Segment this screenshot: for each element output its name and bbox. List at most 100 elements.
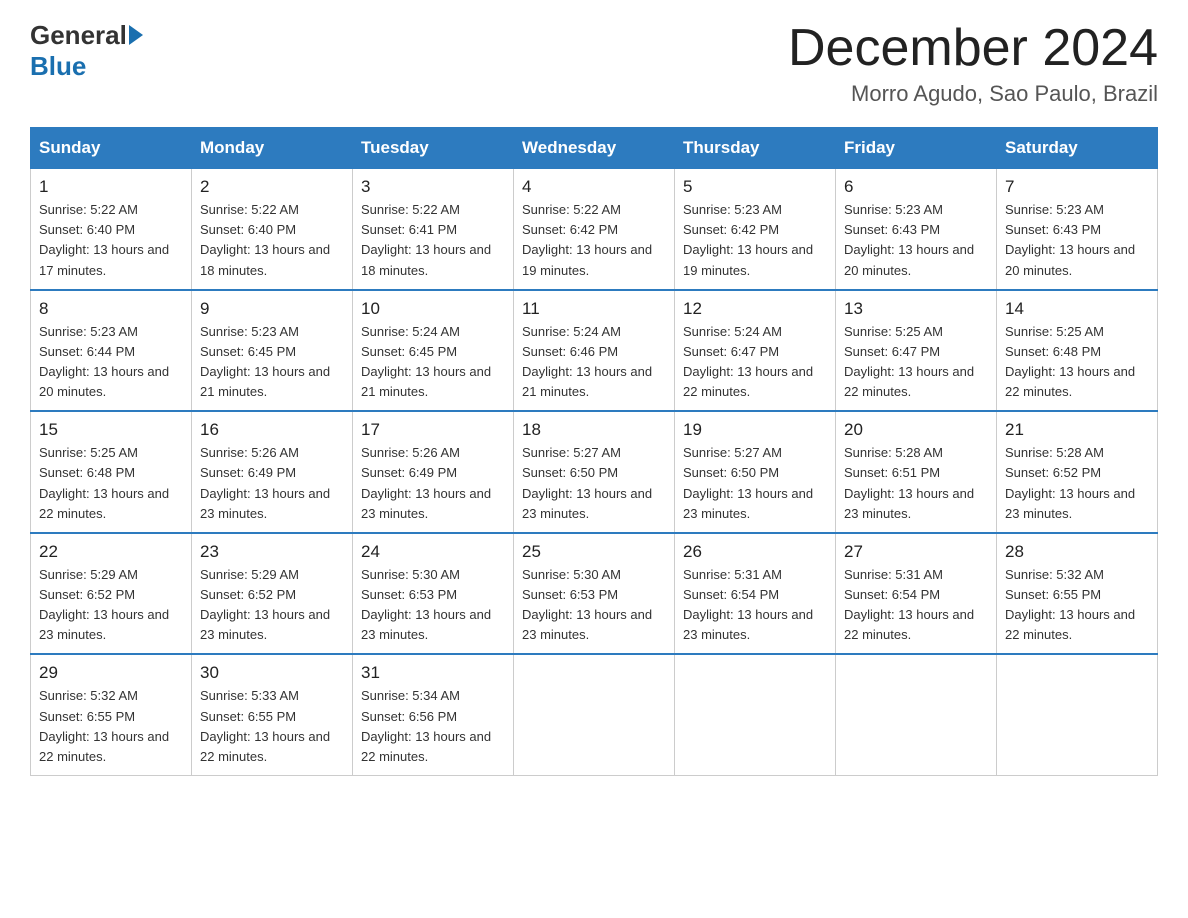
weekday-header-saturday: Saturday	[997, 128, 1158, 169]
calendar-day-cell: 31 Sunrise: 5:34 AMSunset: 6:56 PMDaylig…	[353, 654, 514, 775]
day-info: Sunrise: 5:24 AMSunset: 6:47 PMDaylight:…	[683, 324, 813, 399]
calendar-week-row: 15 Sunrise: 5:25 AMSunset: 6:48 PMDaylig…	[31, 411, 1158, 533]
calendar-day-cell	[675, 654, 836, 775]
day-number: 22	[39, 542, 183, 562]
weekday-header-wednesday: Wednesday	[514, 128, 675, 169]
day-number: 26	[683, 542, 827, 562]
calendar-week-row: 8 Sunrise: 5:23 AMSunset: 6:44 PMDayligh…	[31, 290, 1158, 412]
weekday-header-thursday: Thursday	[675, 128, 836, 169]
day-number: 6	[844, 177, 988, 197]
calendar-day-cell: 27 Sunrise: 5:31 AMSunset: 6:54 PMDaylig…	[836, 533, 997, 655]
title-section: December 2024 Morro Agudo, Sao Paulo, Br…	[788, 20, 1158, 107]
day-info: Sunrise: 5:22 AMSunset: 6:40 PMDaylight:…	[39, 202, 169, 277]
day-number: 10	[361, 299, 505, 319]
day-number: 3	[361, 177, 505, 197]
day-info: Sunrise: 5:23 AMSunset: 6:45 PMDaylight:…	[200, 324, 330, 399]
day-number: 17	[361, 420, 505, 440]
calendar-day-cell: 8 Sunrise: 5:23 AMSunset: 6:44 PMDayligh…	[31, 290, 192, 412]
calendar-day-cell: 25 Sunrise: 5:30 AMSunset: 6:53 PMDaylig…	[514, 533, 675, 655]
calendar-day-cell: 30 Sunrise: 5:33 AMSunset: 6:55 PMDaylig…	[192, 654, 353, 775]
calendar-day-cell: 26 Sunrise: 5:31 AMSunset: 6:54 PMDaylig…	[675, 533, 836, 655]
day-info: Sunrise: 5:32 AMSunset: 6:55 PMDaylight:…	[39, 688, 169, 763]
day-number: 9	[200, 299, 344, 319]
calendar-day-cell: 1 Sunrise: 5:22 AMSunset: 6:40 PMDayligh…	[31, 169, 192, 290]
day-number: 25	[522, 542, 666, 562]
day-info: Sunrise: 5:27 AMSunset: 6:50 PMDaylight:…	[683, 445, 813, 520]
weekday-header-monday: Monday	[192, 128, 353, 169]
calendar-day-cell: 10 Sunrise: 5:24 AMSunset: 6:45 PMDaylig…	[353, 290, 514, 412]
day-number: 13	[844, 299, 988, 319]
calendar-day-cell: 23 Sunrise: 5:29 AMSunset: 6:52 PMDaylig…	[192, 533, 353, 655]
calendar-header-row: SundayMondayTuesdayWednesdayThursdayFrid…	[31, 128, 1158, 169]
day-number: 30	[200, 663, 344, 683]
calendar-day-cell: 16 Sunrise: 5:26 AMSunset: 6:49 PMDaylig…	[192, 411, 353, 533]
calendar-day-cell: 21 Sunrise: 5:28 AMSunset: 6:52 PMDaylig…	[997, 411, 1158, 533]
calendar-day-cell: 12 Sunrise: 5:24 AMSunset: 6:47 PMDaylig…	[675, 290, 836, 412]
calendar-day-cell: 11 Sunrise: 5:24 AMSunset: 6:46 PMDaylig…	[514, 290, 675, 412]
calendar-day-cell	[836, 654, 997, 775]
calendar-day-cell: 6 Sunrise: 5:23 AMSunset: 6:43 PMDayligh…	[836, 169, 997, 290]
day-info: Sunrise: 5:28 AMSunset: 6:51 PMDaylight:…	[844, 445, 974, 520]
day-number: 4	[522, 177, 666, 197]
logo-arrow-icon	[129, 25, 143, 45]
day-number: 29	[39, 663, 183, 683]
calendar-day-cell: 14 Sunrise: 5:25 AMSunset: 6:48 PMDaylig…	[997, 290, 1158, 412]
day-info: Sunrise: 5:30 AMSunset: 6:53 PMDaylight:…	[361, 567, 491, 642]
day-info: Sunrise: 5:29 AMSunset: 6:52 PMDaylight:…	[200, 567, 330, 642]
calendar-day-cell: 17 Sunrise: 5:26 AMSunset: 6:49 PMDaylig…	[353, 411, 514, 533]
calendar-week-row: 22 Sunrise: 5:29 AMSunset: 6:52 PMDaylig…	[31, 533, 1158, 655]
weekday-header-sunday: Sunday	[31, 128, 192, 169]
day-info: Sunrise: 5:25 AMSunset: 6:48 PMDaylight:…	[1005, 324, 1135, 399]
weekday-header-friday: Friday	[836, 128, 997, 169]
page-header: General Blue December 2024 Morro Agudo, …	[30, 20, 1158, 107]
day-info: Sunrise: 5:31 AMSunset: 6:54 PMDaylight:…	[844, 567, 974, 642]
day-info: Sunrise: 5:24 AMSunset: 6:45 PMDaylight:…	[361, 324, 491, 399]
day-number: 12	[683, 299, 827, 319]
logo-general-text: General	[30, 20, 127, 51]
day-info: Sunrise: 5:29 AMSunset: 6:52 PMDaylight:…	[39, 567, 169, 642]
logo: General Blue	[30, 20, 143, 82]
calendar-day-cell: 18 Sunrise: 5:27 AMSunset: 6:50 PMDaylig…	[514, 411, 675, 533]
day-number: 18	[522, 420, 666, 440]
calendar-day-cell: 22 Sunrise: 5:29 AMSunset: 6:52 PMDaylig…	[31, 533, 192, 655]
day-number: 8	[39, 299, 183, 319]
calendar-day-cell: 9 Sunrise: 5:23 AMSunset: 6:45 PMDayligh…	[192, 290, 353, 412]
day-info: Sunrise: 5:24 AMSunset: 6:46 PMDaylight:…	[522, 324, 652, 399]
day-info: Sunrise: 5:34 AMSunset: 6:56 PMDaylight:…	[361, 688, 491, 763]
day-info: Sunrise: 5:26 AMSunset: 6:49 PMDaylight:…	[361, 445, 491, 520]
day-info: Sunrise: 5:23 AMSunset: 6:42 PMDaylight:…	[683, 202, 813, 277]
calendar-day-cell: 2 Sunrise: 5:22 AMSunset: 6:40 PMDayligh…	[192, 169, 353, 290]
calendar-day-cell: 4 Sunrise: 5:22 AMSunset: 6:42 PMDayligh…	[514, 169, 675, 290]
day-number: 21	[1005, 420, 1149, 440]
calendar-week-row: 29 Sunrise: 5:32 AMSunset: 6:55 PMDaylig…	[31, 654, 1158, 775]
calendar-table: SundayMondayTuesdayWednesdayThursdayFrid…	[30, 127, 1158, 776]
day-info: Sunrise: 5:30 AMSunset: 6:53 PMDaylight:…	[522, 567, 652, 642]
day-info: Sunrise: 5:28 AMSunset: 6:52 PMDaylight:…	[1005, 445, 1135, 520]
calendar-day-cell	[997, 654, 1158, 775]
calendar-day-cell: 20 Sunrise: 5:28 AMSunset: 6:51 PMDaylig…	[836, 411, 997, 533]
day-number: 27	[844, 542, 988, 562]
day-number: 23	[200, 542, 344, 562]
day-info: Sunrise: 5:23 AMSunset: 6:44 PMDaylight:…	[39, 324, 169, 399]
day-number: 2	[200, 177, 344, 197]
day-number: 19	[683, 420, 827, 440]
day-info: Sunrise: 5:33 AMSunset: 6:55 PMDaylight:…	[200, 688, 330, 763]
day-number: 20	[844, 420, 988, 440]
calendar-week-row: 1 Sunrise: 5:22 AMSunset: 6:40 PMDayligh…	[31, 169, 1158, 290]
calendar-day-cell: 24 Sunrise: 5:30 AMSunset: 6:53 PMDaylig…	[353, 533, 514, 655]
location-subtitle: Morro Agudo, Sao Paulo, Brazil	[788, 81, 1158, 107]
calendar-day-cell: 7 Sunrise: 5:23 AMSunset: 6:43 PMDayligh…	[997, 169, 1158, 290]
day-info: Sunrise: 5:31 AMSunset: 6:54 PMDaylight:…	[683, 567, 813, 642]
day-info: Sunrise: 5:22 AMSunset: 6:41 PMDaylight:…	[361, 202, 491, 277]
day-number: 15	[39, 420, 183, 440]
day-info: Sunrise: 5:27 AMSunset: 6:50 PMDaylight:…	[522, 445, 652, 520]
calendar-day-cell: 15 Sunrise: 5:25 AMSunset: 6:48 PMDaylig…	[31, 411, 192, 533]
day-number: 7	[1005, 177, 1149, 197]
calendar-day-cell: 28 Sunrise: 5:32 AMSunset: 6:55 PMDaylig…	[997, 533, 1158, 655]
day-info: Sunrise: 5:22 AMSunset: 6:40 PMDaylight:…	[200, 202, 330, 277]
day-number: 14	[1005, 299, 1149, 319]
day-info: Sunrise: 5:32 AMSunset: 6:55 PMDaylight:…	[1005, 567, 1135, 642]
day-number: 5	[683, 177, 827, 197]
day-info: Sunrise: 5:23 AMSunset: 6:43 PMDaylight:…	[844, 202, 974, 277]
calendar-day-cell: 19 Sunrise: 5:27 AMSunset: 6:50 PMDaylig…	[675, 411, 836, 533]
